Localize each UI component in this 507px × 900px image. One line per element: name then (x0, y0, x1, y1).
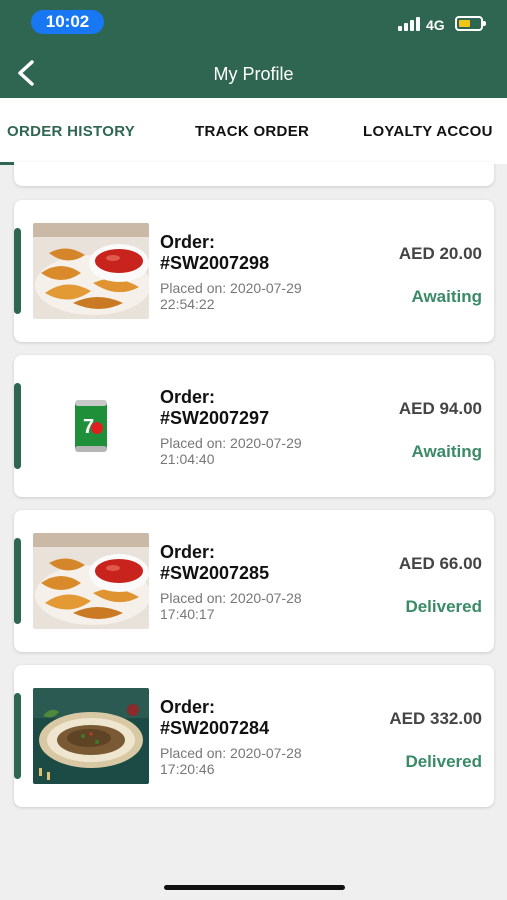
order-status: Awaiting (411, 442, 482, 461)
order-status: Delivered (405, 597, 482, 616)
tab-bar: ORDER HISTORY TRACK ORDER LOYALTY ACCOU (0, 98, 507, 164)
7up-can-image: 7 (33, 378, 149, 474)
tab-order-history[interactable]: ORDER HISTORY (7, 123, 135, 140)
order-price: AED 94.00 (398, 399, 482, 418)
order-number: #SW2007284 (160, 718, 270, 738)
home-indicator[interactable] (164, 885, 345, 890)
order-number: #SW2007285 (160, 563, 270, 583)
order-price: AED 332.00 (389, 709, 482, 728)
order-label: Order: (160, 232, 216, 252)
order-accent-bar (14, 228, 21, 314)
signal-icon (398, 15, 422, 31)
placed-on-block: Placed on: 2020-07-29 22:54:22 (160, 280, 360, 312)
order-number: #SW2007298 (160, 253, 270, 273)
placed-time: 21:04:40 (160, 451, 215, 467)
tab-track-order[interactable]: TRACK ORDER (195, 123, 309, 140)
placed-date: Placed on: 2020-07-29 (160, 435, 302, 451)
order-status: Delivered (405, 752, 482, 771)
placed-time: 22:54:22 (160, 296, 215, 312)
order-label: Order: (160, 697, 216, 717)
order-status: Awaiting (411, 287, 482, 306)
order-label: Order: (160, 387, 216, 407)
order-id-block: Order: #SW2007285 (160, 542, 269, 584)
order-card-partial[interactable] (14, 162, 494, 186)
placed-on-block: Placed on: 2020-07-29 21:04:40 (160, 435, 360, 467)
placed-date: Placed on: 2020-07-28 (160, 745, 302, 761)
order-number: #SW2007297 (160, 408, 270, 428)
placed-on-block: Placed on: 2020-07-28 17:20:46 (160, 745, 360, 777)
order-price: AED 66.00 (398, 554, 482, 573)
order-id-block: Order: #SW2007297 (160, 387, 269, 429)
order-accent-bar (14, 693, 21, 779)
order-accent-bar (14, 383, 21, 469)
tab-loyalty-account[interactable]: LOYALTY ACCOU (363, 123, 493, 140)
page-title: My Profile (213, 64, 294, 84)
placed-date: Placed on: 2020-07-28 (160, 590, 302, 606)
order-card[interactable]: Order: #SW2007285 Placed on: 2020-07-28 … (14, 510, 494, 652)
battery-icon (455, 16, 486, 31)
order-id-block: Order: #SW2007284 (160, 697, 269, 739)
placed-time: 17:20:46 (160, 761, 215, 777)
order-accent-bar (14, 538, 21, 624)
status-time: 10:02 (31, 10, 104, 34)
order-price: AED 20.00 (398, 244, 482, 263)
potato-wedges-image (33, 533, 149, 629)
placed-on-block: Placed on: 2020-07-28 17:40:17 (160, 590, 360, 622)
order-card[interactable]: 7 Order: #SW2007297 Placed on: 2020-07-2… (14, 355, 494, 497)
placed-date: Placed on: 2020-07-29 (160, 280, 302, 296)
app-header: 10:02 4G My Profile (0, 0, 507, 98)
meat-platter-image (33, 688, 149, 784)
order-card[interactable]: Order: #SW2007284 Placed on: 2020-07-28 … (14, 665, 494, 807)
order-label: Order: (160, 542, 216, 562)
potato-wedges-image (33, 223, 149, 319)
placed-time: 17:40:17 (160, 606, 215, 622)
network-label: 4G (426, 17, 445, 33)
order-card[interactable]: Order: #SW2007298 Placed on: 2020-07-29 … (14, 200, 494, 342)
order-id-block: Order: #SW2007298 (160, 232, 269, 274)
